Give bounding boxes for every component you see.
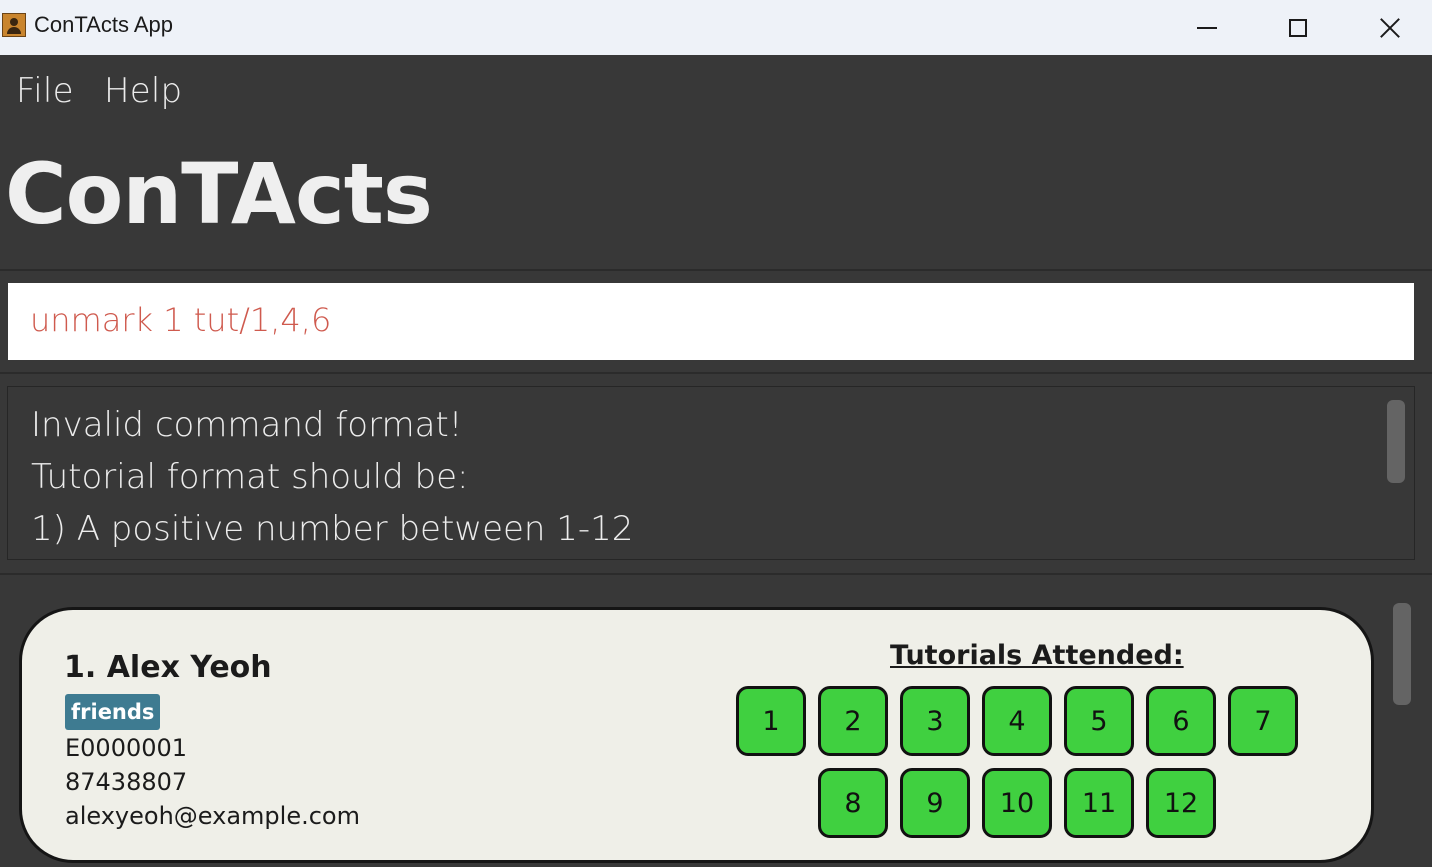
contact-card[interactable]: 1. Alex Yeoh friends E0000001 87438807 a… (19, 607, 1374, 863)
tutorial-box: 1 (736, 686, 806, 756)
minimize-button[interactable] (1161, 0, 1253, 55)
window-title: ConTActs App (34, 12, 173, 37)
contact-tag: friends (65, 694, 161, 730)
tutorial-box: 11 (1064, 768, 1134, 838)
app-heading: ConTActs (5, 145, 433, 243)
minimize-icon (1197, 26, 1217, 29)
menu-help[interactable]: Help (104, 71, 182, 111)
tutorial-box: 10 (982, 768, 1052, 838)
contact-email: alexyeoh@example.com (65, 802, 360, 830)
divider (0, 269, 1432, 271)
contact-name: 1. Alex Yeoh (64, 650, 272, 685)
command-input-value: unmark 1 tut/1,4,6 (30, 301, 332, 339)
result-scrollbar[interactable] (1387, 400, 1405, 483)
maximize-button[interactable] (1252, 0, 1344, 55)
tutorial-box: 3 (900, 686, 970, 756)
result-display: Invalid command format! Tutorial format … (7, 386, 1415, 560)
tutorial-box: 7 (1228, 686, 1298, 756)
result-line: Invalid command format! (31, 405, 463, 445)
contact-phone: 87438807 (65, 768, 188, 796)
window-title-bar: ConTActs App (0, 0, 1432, 55)
tutorials-title: Tutorials Attended: (890, 640, 1184, 671)
close-icon (1379, 17, 1401, 39)
close-button[interactable] (1344, 0, 1432, 55)
maximize-icon (1289, 18, 1307, 37)
divider (0, 573, 1432, 575)
contacts-app-icon (2, 13, 26, 37)
tutorial-box: 8 (818, 768, 888, 838)
menu-file[interactable]: File (16, 71, 74, 111)
result-line: Tutorial format should be: (31, 457, 469, 497)
tutorial-box: 12 (1146, 768, 1216, 838)
tutorial-box: 9 (900, 768, 970, 838)
divider (0, 372, 1432, 374)
list-scrollbar[interactable] (1393, 603, 1411, 705)
menu-bar: File Help (0, 55, 1432, 125)
command-input[interactable]: unmark 1 tut/1,4,6 (8, 283, 1414, 360)
tutorial-box: 2 (818, 686, 888, 756)
result-line: 1) A positive number between 1-12 (31, 509, 634, 549)
tutorial-box: 6 (1146, 686, 1216, 756)
contact-student-id: E0000001 (65, 734, 188, 762)
tutorial-box: 4 (982, 686, 1052, 756)
tutorial-box: 5 (1064, 686, 1134, 756)
